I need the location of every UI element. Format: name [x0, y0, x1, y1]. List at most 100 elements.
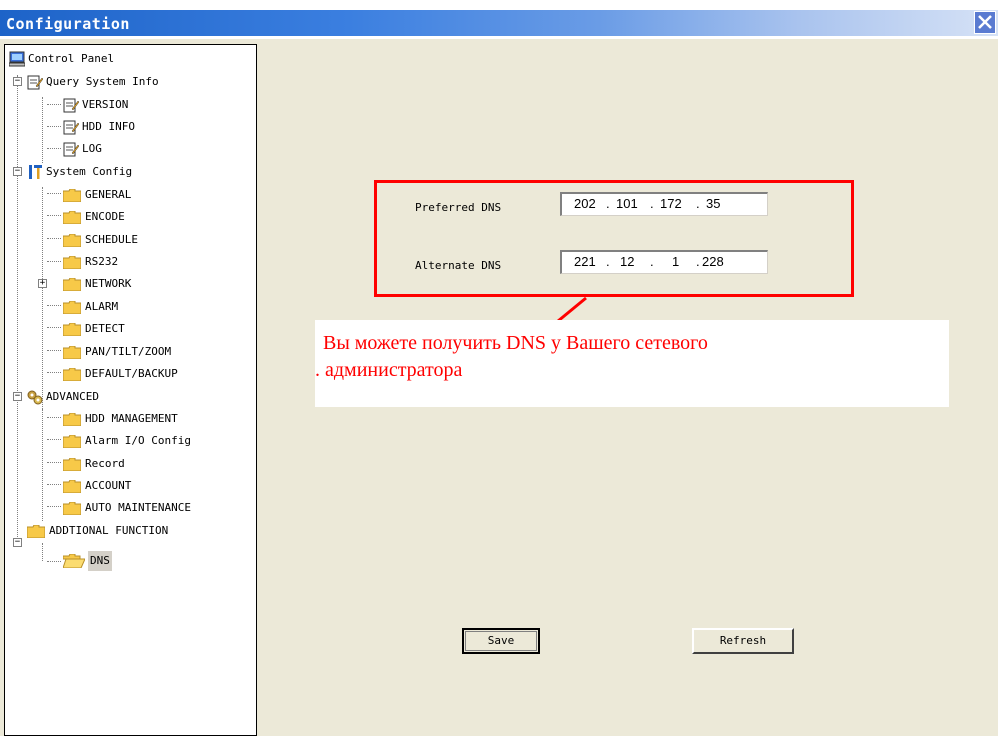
- tree-item-control-panel[interactable]: Control Panel: [9, 49, 209, 69]
- tree-item-label: ADVANCED: [46, 390, 99, 403]
- ip-octet[interactable]: 221: [574, 254, 596, 269]
- tree-item-version[interactable]: VERSION: [63, 95, 213, 115]
- collapse-icon[interactable]: −: [13, 167, 22, 176]
- alternate-dns-label: Alternate DNS: [415, 259, 502, 272]
- folder-icon: [63, 278, 81, 291]
- folder-icon: [63, 189, 81, 202]
- tree-item-hdd-management[interactable]: HDD MANAGEMENT: [63, 409, 243, 429]
- tree-item-general[interactable]: GENERAL: [63, 185, 243, 205]
- tools-icon: [29, 165, 42, 179]
- tree-item-auto-maintenance[interactable]: AUTO MAINTENANCE: [63, 498, 248, 518]
- folder-icon: [63, 368, 81, 381]
- alternate-dns-input[interactable]: 221 . 12 . 1 . 228: [560, 250, 768, 274]
- folder-icon: [27, 525, 45, 538]
- tree-item-dns[interactable]: DNS: [63, 551, 183, 571]
- tree-item-label: Record: [85, 457, 125, 470]
- tree-item-label: DNS: [88, 551, 112, 571]
- ip-dot: .: [650, 196, 654, 211]
- folder-icon: [63, 346, 81, 359]
- folder-icon: [63, 458, 81, 471]
- tree-item-label: VERSION: [82, 98, 129, 111]
- tree-item-query-system-info[interactable]: Query System Info: [27, 72, 237, 92]
- preferred-dns-label: Preferred DNS: [415, 201, 502, 214]
- tree-item-label: RS232: [85, 255, 119, 268]
- tree-item-hdd-info[interactable]: HDD INFO: [63, 117, 213, 137]
- ip-octet[interactable]: 12: [620, 254, 634, 269]
- title-bar-band: [0, 10, 998, 36]
- tree-item-label: SCHEDULE: [85, 233, 138, 246]
- folder-icon: [63, 234, 81, 247]
- ip-octet[interactable]: 202: [574, 196, 596, 211]
- collapse-icon[interactable]: −: [13, 77, 22, 86]
- config-tree[interactable]: Control Panel − Query System Info VERSIO…: [4, 44, 257, 736]
- tree-item-label: DETECT: [85, 322, 125, 335]
- folder-icon: [63, 256, 81, 269]
- window-title: Configuration: [6, 15, 130, 33]
- tree-item-rs232[interactable]: RS232: [63, 252, 243, 272]
- tree-item-label: PAN/TILT/ZOOM: [85, 345, 172, 358]
- ip-octet[interactable]: 35: [706, 196, 720, 211]
- ip-octet[interactable]: 1: [672, 254, 679, 269]
- collapse-icon[interactable]: −: [13, 392, 22, 401]
- tree-item-label: HDD MANAGEMENT: [85, 412, 178, 425]
- ip-octet[interactable]: 101: [616, 196, 638, 211]
- notepad-icon: [27, 75, 43, 90]
- collapse-icon[interactable]: −: [13, 538, 22, 547]
- tree-item-system-config[interactable]: System Config: [27, 162, 237, 182]
- ip-dot: .: [606, 196, 610, 211]
- tree-item-detect[interactable]: DETECT: [63, 319, 243, 339]
- tree-item-label: ENCODE: [85, 210, 125, 223]
- tree-item-label: DEFAULT/BACKUP: [85, 367, 178, 380]
- folder-icon: [63, 435, 81, 448]
- folder-icon: [63, 323, 81, 336]
- tree-item-network[interactable]: NETWORK: [63, 274, 243, 294]
- tree-item-advanced[interactable]: ADVANCED: [27, 387, 237, 407]
- tree-item-label: ADDTIONAL FUNCTION: [49, 524, 169, 537]
- callout-box: Вы можете получить DNS у Вашего сетевого…: [315, 320, 949, 407]
- ip-dot: .: [696, 196, 700, 211]
- tree-item-label: Alarm I/O Config: [85, 434, 191, 447]
- tree-item-label: NETWORK: [85, 277, 132, 290]
- callout-text: Вы можете получить DNS у Вашего сетевого…: [315, 330, 923, 384]
- notepad-icon: [63, 142, 79, 157]
- preferred-dns-input[interactable]: 202 . 101 . 172 . 35: [560, 192, 768, 216]
- tree-item-label: ACCOUNT: [85, 479, 132, 492]
- tree-item-encode[interactable]: ENCODE: [63, 207, 243, 227]
- expand-icon[interactable]: +: [38, 279, 47, 288]
- computer-icon: [9, 51, 25, 67]
- ip-octet[interactable]: 172: [660, 196, 682, 211]
- tree-item-default-backup[interactable]: DEFAULT/BACKUP: [63, 364, 243, 384]
- tree-item-pan-tilt-zoom[interactable]: PAN/TILT/ZOOM: [63, 342, 243, 362]
- tree-item-log[interactable]: LOG: [63, 139, 213, 159]
- tree-item-label: Query System Info: [46, 75, 159, 88]
- close-button[interactable]: [974, 11, 996, 34]
- close-icon: [978, 15, 992, 29]
- tree-item-label: ALARM: [85, 300, 119, 313]
- callout-line-1: Вы можете получить DNS у Вашего сетевого: [323, 332, 708, 354]
- gears-icon: [27, 390, 43, 405]
- open-folder-icon: [63, 554, 85, 568]
- refresh-button[interactable]: Refresh: [692, 628, 794, 654]
- ip-dot: .: [696, 254, 700, 269]
- tree-item-alarm[interactable]: ALARM: [63, 297, 243, 317]
- notepad-icon: [63, 120, 79, 135]
- tree-item-label: LOG: [82, 142, 102, 155]
- folder-icon: [63, 211, 81, 224]
- tree-item-label: HDD INFO: [82, 120, 135, 133]
- tree-item-label: System Config: [46, 165, 133, 178]
- tree-item-alarm-io-config[interactable]: Alarm I/O Config: [63, 431, 248, 451]
- ip-dot: .: [606, 254, 610, 269]
- tree-item-label: AUTO MAINTENANCE: [85, 501, 191, 514]
- tree-item-label: GENERAL: [85, 188, 132, 201]
- folder-icon: [63, 502, 81, 515]
- save-button[interactable]: Save: [462, 628, 540, 654]
- tree-item-additional-function[interactable]: ADDTIONAL FUNCTION: [27, 521, 237, 541]
- ip-octet[interactable]: 228: [702, 254, 724, 269]
- folder-icon: [63, 413, 81, 426]
- folder-icon: [63, 301, 81, 314]
- tree-item-record[interactable]: Record: [63, 454, 243, 474]
- tree-item-schedule[interactable]: SCHEDULE: [63, 230, 243, 250]
- tree-item-account[interactable]: ACCOUNT: [63, 476, 243, 496]
- title-bar: Configuration: [0, 0, 998, 39]
- folder-icon: [63, 480, 81, 493]
